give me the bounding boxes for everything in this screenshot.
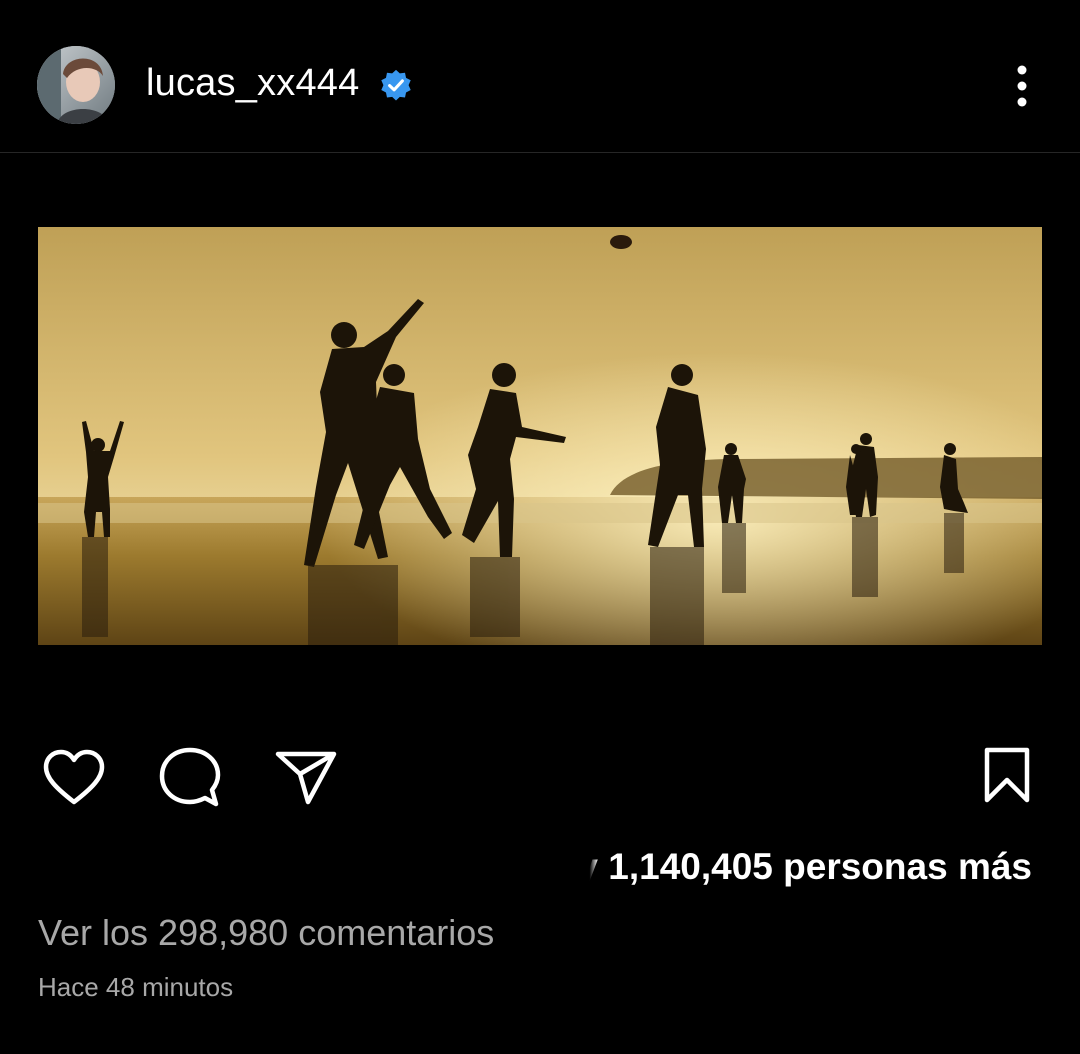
likes-count[interactable]: y 1,140,405 personas más [577,846,1032,888]
avatar-image [37,46,115,124]
avatar[interactable] [37,46,115,124]
post-timestamp: Hace 48 minutos [38,972,234,1002]
send-icon[interactable] [274,748,338,806]
beach-photo [38,227,1042,645]
heart-icon[interactable] [42,748,106,808]
verified-badge-icon [381,69,411,101]
more-vertical-icon[interactable] [1002,62,1042,110]
post-header: lucas_xx444 [0,0,1080,153]
likes-text: 1,140,405 personas más [608,846,1032,887]
view-comments-link[interactable]: Ver los 298,980 comentarios [38,912,494,954]
comment-icon[interactable] [158,746,222,808]
likes-prefix: y [577,846,598,887]
bookmark-icon[interactable] [982,746,1032,804]
post-image[interactable] [38,227,1042,645]
username[interactable]: lucas_xx444 [146,62,359,105]
